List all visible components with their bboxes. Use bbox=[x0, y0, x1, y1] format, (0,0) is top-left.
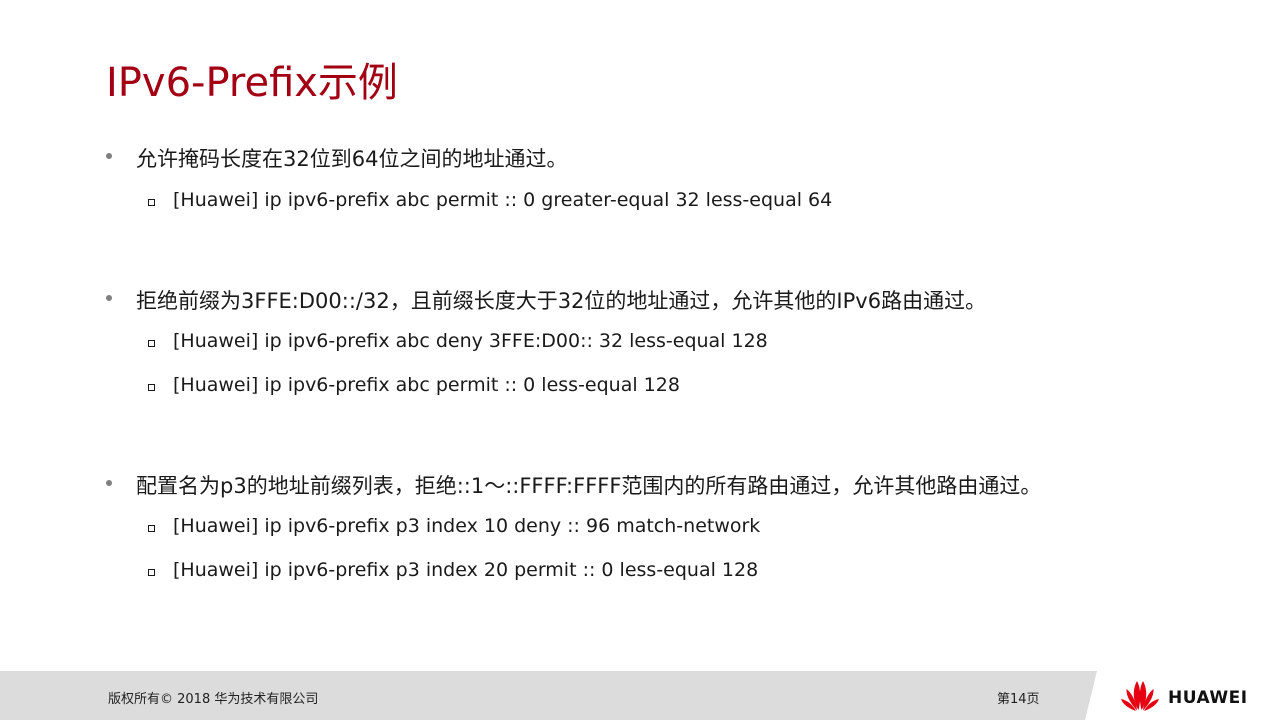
bullet-dot-icon bbox=[106, 153, 112, 159]
command-text: [Huawei] ip ipv6-prefix p3 index 10 deny… bbox=[173, 515, 761, 537]
square-bullet-icon bbox=[148, 525, 155, 532]
bullet-text: 拒绝前缀为3FFE:D00::/32，且前缀长度大于32位的地址通过，允许其他的… bbox=[136, 289, 987, 313]
page-number: 第14页 bbox=[997, 692, 1040, 707]
command-text: [Huawei] ip ipv6-prefix abc permit :: 0 … bbox=[173, 189, 833, 211]
footer-bar: 版权所有© 2018 华为技术有限公司 第14页 bbox=[0, 671, 1280, 720]
huawei-logo-icon bbox=[1121, 681, 1159, 711]
bullet-dot-icon bbox=[106, 295, 112, 301]
slide-title: IPv6-Prefix示例 bbox=[106, 60, 398, 106]
square-bullet-icon bbox=[148, 569, 155, 576]
command-text: [Huawei] ip ipv6-prefix abc deny 3FFE:D0… bbox=[173, 330, 768, 352]
bullet-text: 允许掩码长度在32位到64位之间的地址通过。 bbox=[136, 147, 568, 171]
square-bullet-icon bbox=[148, 199, 155, 206]
bullet-dot-icon bbox=[106, 480, 112, 486]
square-bullet-icon bbox=[148, 384, 155, 391]
logo-text: HUAWEI bbox=[1168, 688, 1248, 708]
footer-copyright: 版权所有© 2018 华为技术有限公司 bbox=[108, 692, 319, 707]
command-text: [Huawei] ip ipv6-prefix abc permit :: 0 … bbox=[173, 374, 680, 396]
command-text: [Huawei] ip ipv6-prefix p3 index 20 perm… bbox=[173, 559, 759, 581]
bullet-text: 配置名为p3的地址前缀列表，拒绝::1～::FFFF:FFFF范围内的所有路由通… bbox=[136, 474, 1042, 498]
square-bullet-icon bbox=[148, 340, 155, 347]
